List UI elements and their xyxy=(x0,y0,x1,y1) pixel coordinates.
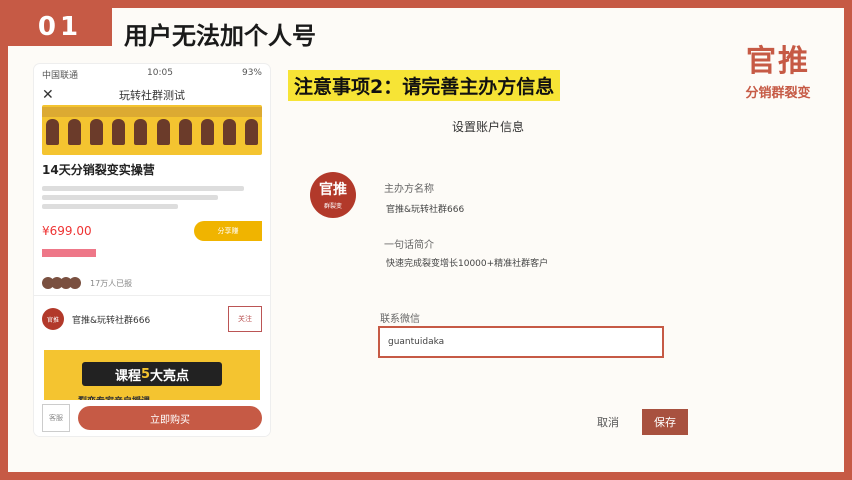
highlights-title-num: 5 xyxy=(140,366,151,382)
expert-photo xyxy=(134,119,148,145)
share-button[interactable]: 分享赚 xyxy=(194,221,262,241)
enrolled-users-row: 17万人已报 xyxy=(34,259,270,296)
carrier-text: 中国联通 xyxy=(42,71,79,81)
buy-bar: 客服 立即购买 xyxy=(34,400,270,436)
highlights-title: 课程 5 大亮点 xyxy=(82,362,222,386)
intro-label: 一句话简介 xyxy=(384,240,434,251)
phone-status-bar: 中国联通 10:05 93% xyxy=(34,64,270,85)
phone-header-title: 玩转社群测试 xyxy=(119,89,185,102)
expert-photo xyxy=(90,119,104,145)
intro-value[interactable]: 快速完成裂变增长10000+精准社群客户 xyxy=(386,256,548,269)
expert-photo xyxy=(222,119,236,145)
organizer-name: 官推&玩转社群666 xyxy=(72,315,151,326)
phone-screenshot: 中国联通 10:05 93% ✕ 玩转社群测试 14天分销裂变实操营 ¥699.… xyxy=(34,64,270,436)
price-row: ¥699.00 分享赚 xyxy=(34,215,270,247)
organizer-logo: 官推 xyxy=(42,308,64,330)
organizer-avatar[interactable]: 官推 群裂变 xyxy=(310,172,356,218)
brand-logo: 官推 分销群裂变 xyxy=(728,36,828,101)
brand-tagline: 分销群裂变 xyxy=(745,86,811,101)
banner-strip xyxy=(42,107,262,117)
slide-title: 用户无法加个人号 xyxy=(124,22,316,50)
avatar xyxy=(69,277,81,289)
expert-photo xyxy=(46,119,59,145)
note-highlight: 注意事项2：请完善主办方信息 xyxy=(288,70,561,101)
wechat-input[interactable]: guantuidaka xyxy=(378,326,664,358)
organizer-name-label: 主办方名称 xyxy=(384,184,434,195)
cancel-button[interactable]: 取消 xyxy=(586,410,630,434)
organizer-avatar-main: 官推 xyxy=(319,182,347,198)
enrolled-count: 17万人已报 xyxy=(90,278,133,288)
expert-photo xyxy=(178,119,192,145)
course-tag xyxy=(42,249,96,257)
follow-button[interactable]: 关注 xyxy=(228,306,262,332)
highlights-title-pre: 课程 xyxy=(114,368,141,384)
highlights-title-post: 大亮点 xyxy=(150,368,190,384)
organizer-name-value[interactable]: 官推&玩转社群666 xyxy=(386,202,464,215)
course-title: 14天分销裂变实操营 xyxy=(42,163,155,177)
close-icon[interactable]: ✕ xyxy=(42,87,82,103)
phone-header: ✕ 玩转社群测试 xyxy=(34,85,270,105)
brand-name: 官推 xyxy=(746,44,810,79)
buy-now-button[interactable]: 立即购买 xyxy=(78,406,262,430)
battery-text: 93% xyxy=(241,68,262,78)
customer-service-icon[interactable]: 客服 xyxy=(42,404,70,432)
expert-photo xyxy=(112,119,126,145)
course-banner xyxy=(42,105,262,155)
expert-photo xyxy=(156,119,170,145)
organizer-row: 官推 官推&玩转社群666 关注 xyxy=(34,296,270,342)
course-description-blurred xyxy=(34,180,270,215)
banner-faces xyxy=(46,119,258,145)
expert-photo xyxy=(68,119,82,145)
organizer-avatar-sub: 群裂变 xyxy=(323,203,342,210)
settings-title: 设置账户信息 xyxy=(452,120,525,134)
course-price: ¥699.00 xyxy=(42,224,92,238)
save-button[interactable]: 保存 xyxy=(642,409,688,435)
wechat-label: 联系微信 xyxy=(380,314,420,325)
slide-number: 01 xyxy=(8,8,112,46)
time-text: 10:05 xyxy=(147,68,173,78)
expert-photo xyxy=(200,119,214,145)
expert-photo xyxy=(244,119,258,145)
